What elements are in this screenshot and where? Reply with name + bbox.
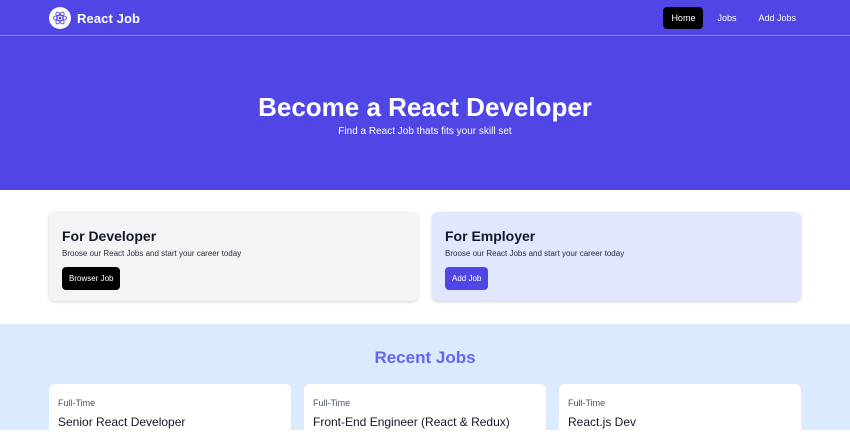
brand-link[interactable]: React Job xyxy=(49,7,140,29)
hero-section: Become a React Developer Find a React Jo… xyxy=(0,36,850,190)
job-type: Full-Time xyxy=(58,398,96,408)
recent-jobs-section: Recent Jobs Full-Time Senior React Devel… xyxy=(0,324,850,444)
nav-links: Home Jobs Add Jobs xyxy=(663,7,804,29)
job-card[interactable]: Full-Time React.js Dev xyxy=(559,384,801,444)
employer-card: For Employer Broose our React Jobs and s… xyxy=(432,212,801,301)
job-title: Senior React Developer xyxy=(58,415,186,429)
job-card[interactable]: Full-Time Front-End Engineer (React & Re… xyxy=(304,384,546,444)
developer-card: For Developer Broose our React Jobs and … xyxy=(49,212,418,301)
add-job-button[interactable]: Add Job xyxy=(445,267,489,290)
hero-title: Become a React Developer xyxy=(258,92,592,122)
employer-card-text: Broose our React Jobs and start your car… xyxy=(445,249,625,258)
job-type: Full-Time xyxy=(568,398,606,408)
react-atom-icon xyxy=(49,7,71,29)
developer-card-title: For Developer xyxy=(62,228,157,244)
recent-jobs-title: Recent Jobs xyxy=(374,348,476,367)
cards-section: For Developer Broose our React Jobs and … xyxy=(0,190,850,324)
job-title: React.js Dev xyxy=(568,415,637,429)
job-type: Full-Time xyxy=(313,398,351,408)
nav-link-add-jobs[interactable]: Add Jobs xyxy=(750,7,804,29)
navbar: React Job Home Jobs Add Jobs xyxy=(0,0,850,36)
nav-link-jobs[interactable]: Jobs xyxy=(709,7,744,29)
browse-job-button[interactable]: Browser Job xyxy=(62,267,121,290)
employer-card-title: For Employer xyxy=(445,228,536,244)
hero-subtitle: Find a React Job thats fits your skill s… xyxy=(338,126,512,137)
brand-name: React Job xyxy=(77,10,141,26)
job-title: Front-End Engineer (React & Redux) xyxy=(313,415,510,429)
nav-link-home[interactable]: Home xyxy=(663,7,704,29)
job-card[interactable]: Full-Time Senior React Developer xyxy=(49,384,291,444)
developer-card-text: Broose our React Jobs and start your car… xyxy=(62,249,242,258)
